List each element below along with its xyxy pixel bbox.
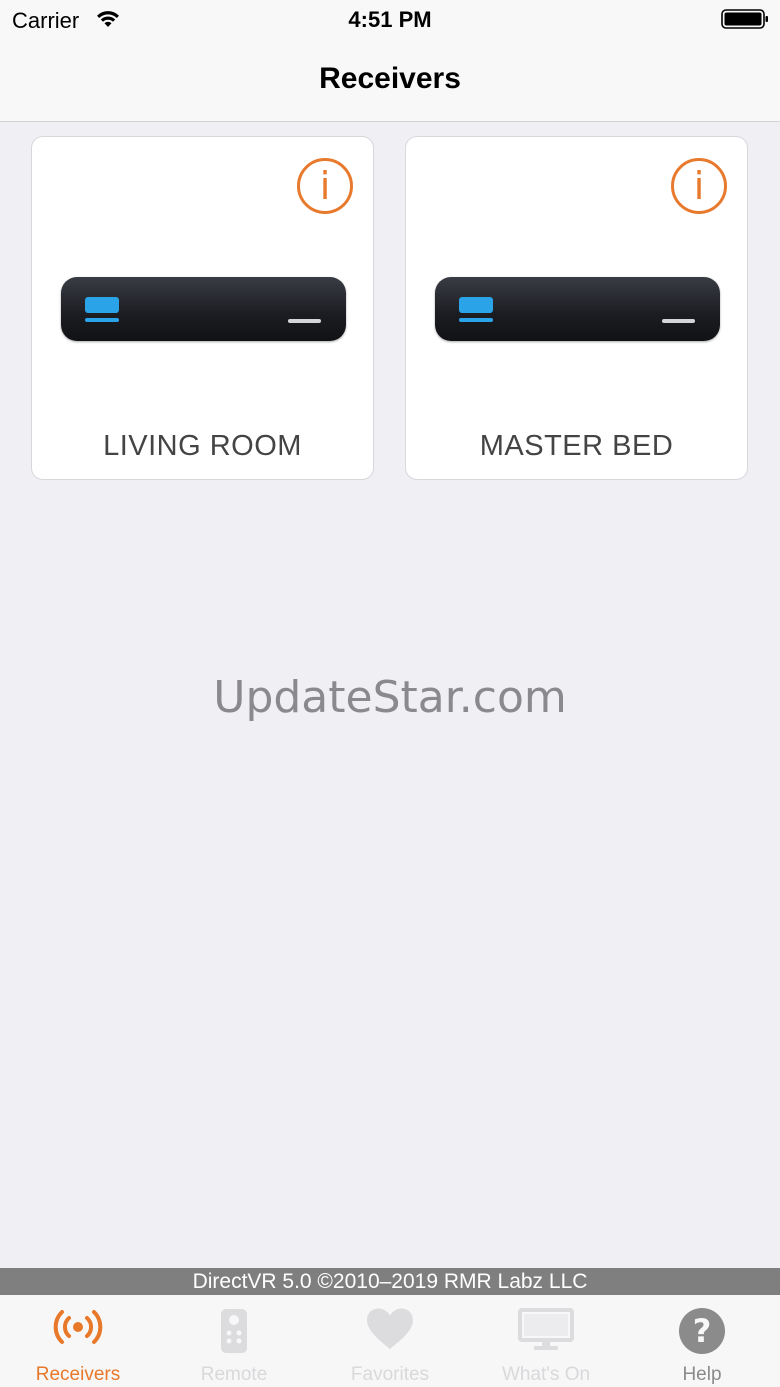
broadcast-icon bbox=[53, 1310, 103, 1344]
monitor-icon bbox=[518, 1308, 574, 1350]
tab-label: Remote bbox=[200, 1364, 268, 1385]
battery-icon bbox=[721, 9, 768, 29]
svg-text:?: ? bbox=[693, 1312, 712, 1350]
tab-label: Favorites bbox=[350, 1364, 430, 1385]
tab-help[interactable]: ? Help bbox=[624, 1295, 780, 1387]
receiver-card-master-bed[interactable]: i MASTER BED bbox=[405, 136, 748, 480]
heart-icon bbox=[367, 1308, 413, 1349]
tab-receivers[interactable]: Receivers bbox=[0, 1295, 156, 1387]
receiver-led bbox=[288, 319, 321, 323]
receiver-screen-line bbox=[85, 318, 119, 322]
copyright-banner: DirectVR 5.0 ©2010–2019 RMR Labz LLC bbox=[0, 1268, 780, 1295]
receiver-card-living-room[interactable]: i LIVING ROOM bbox=[31, 136, 374, 480]
page-title: Receivers bbox=[319, 62, 461, 95]
receiver-screen-line bbox=[459, 318, 493, 322]
watermark: UpdateStar.com bbox=[213, 672, 567, 723]
status-time: 4:51 PM bbox=[348, 7, 432, 32]
remote-icon bbox=[221, 1309, 247, 1353]
top-bar: Carrier 4:51 PM Receivers bbox=[0, 0, 780, 122]
tab-bar: Receivers Remote Favorites What's On ? H… bbox=[0, 1295, 780, 1387]
receiver-screen bbox=[459, 297, 493, 313]
question-icon: ? bbox=[679, 1308, 725, 1354]
info-icon[interactable]: i bbox=[297, 158, 353, 214]
tab-favorites[interactable]: Favorites bbox=[312, 1295, 468, 1387]
tab-label: Help bbox=[682, 1364, 722, 1385]
info-icon[interactable]: i bbox=[671, 158, 727, 214]
tab-label: Receivers bbox=[35, 1364, 121, 1385]
receiver-name: MASTER BED bbox=[479, 430, 674, 462]
receiver-device-image bbox=[435, 277, 720, 341]
receiver-led bbox=[662, 319, 695, 323]
tab-label: What's On bbox=[501, 1364, 591, 1385]
receiver-name: LIVING ROOM bbox=[103, 430, 302, 462]
tab-whats-on[interactable]: What's On bbox=[468, 1295, 624, 1387]
receiver-screen bbox=[85, 297, 119, 313]
receiver-device-image bbox=[61, 277, 346, 341]
tab-remote[interactable]: Remote bbox=[156, 1295, 312, 1387]
